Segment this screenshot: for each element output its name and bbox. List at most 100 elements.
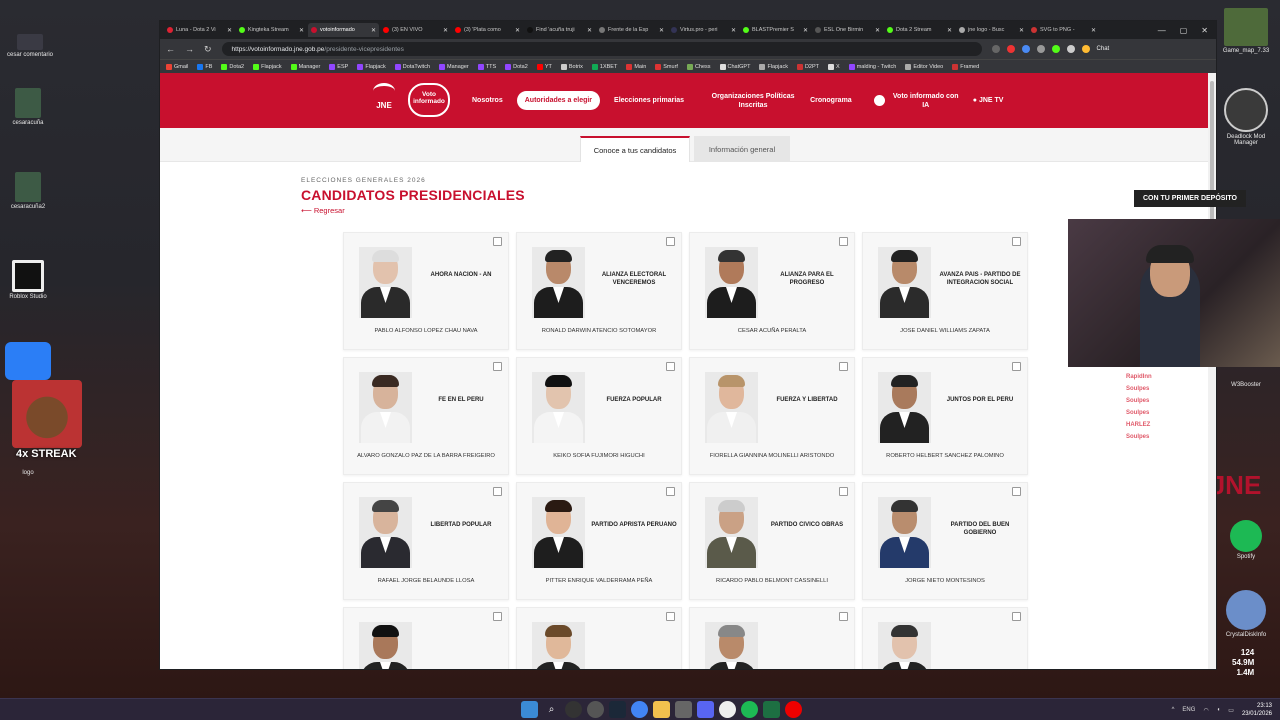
candidate-card[interactable]: FE EN EL PERU ALVARO GONZALO PAZ DE LA BA… — [343, 357, 509, 475]
close-tab-icon[interactable]: ✕ — [803, 27, 808, 34]
profile-icon[interactable] — [1081, 45, 1090, 53]
candidate-card[interactable] — [516, 607, 682, 669]
close-tab-icon[interactable]: ✕ — [227, 27, 232, 34]
chat-label[interactable]: Chat — [1097, 46, 1110, 52]
tab-conoce-candidatos[interactable]: Conoce a tus candidatos — [580, 136, 690, 162]
bookmark-item[interactable]: Chess — [686, 63, 711, 70]
bookmark-item[interactable]: Editor Video — [905, 63, 943, 70]
nav-autoridades[interactable]: Autoridades a elegir — [516, 91, 601, 110]
site-logo[interactable]: JNE Voto informado — [368, 83, 450, 117]
compare-checkbox[interactable] — [1012, 487, 1021, 496]
nav-jne-tv[interactable]: JNE TV — [979, 96, 1004, 105]
desktop-icon[interactable]: cesaracuña — [0, 88, 56, 126]
reload-icon[interactable]: ↻ — [204, 44, 212, 55]
excel-icon[interactable] — [763, 701, 780, 718]
desktop-icon[interactable]: logo — [0, 462, 56, 476]
close-tab-icon[interactable]: ✕ — [731, 27, 736, 34]
forward-icon[interactable]: → — [185, 44, 194, 54]
close-tab-icon[interactable]: ✕ — [875, 27, 880, 34]
browser-tab[interactable]: Find 'acuña truji ✕ — [524, 23, 595, 37]
candidate-card[interactable]: ALIANZA PARA EL PROGRESO CESAR ACUÑA PERA… — [689, 232, 855, 350]
wifi-icon[interactable]: ◠ — [1203, 707, 1208, 714]
close-tab-icon[interactable]: ✕ — [515, 27, 520, 34]
page-scrollbar[interactable] — [1208, 73, 1216, 669]
compare-checkbox[interactable] — [493, 612, 502, 621]
compare-checkbox[interactable] — [839, 612, 848, 621]
bookmark-item[interactable]: Gmail — [166, 63, 188, 70]
close-tab-icon[interactable]: ✕ — [371, 27, 376, 34]
spotify-icon[interactable] — [741, 701, 758, 718]
candidate-card[interactable] — [689, 607, 855, 669]
compare-checkbox[interactable] — [1012, 612, 1021, 621]
bookmark-item[interactable]: Flapjack — [357, 63, 386, 70]
browser-tab[interactable]: SVG to PNG - ✕ — [1028, 23, 1099, 37]
compare-checkbox[interactable] — [839, 487, 848, 496]
browser-tab[interactable]: Dota 2 Stream ✕ — [884, 23, 955, 37]
search-icon[interactable]: ⌕ — [543, 701, 560, 718]
candidate-card[interactable]: LIBERTAD POPULAR RAFAEL JORGE BELAUNDE LL… — [343, 482, 509, 600]
chrome-icon[interactable] — [631, 701, 648, 718]
extension-icon[interactable] — [1006, 45, 1015, 53]
desktop-icon[interactable]: Deadlock Mod Manager — [1218, 88, 1274, 146]
bookmark-item[interactable]: Dota2 — [505, 63, 528, 70]
app-icon[interactable] — [675, 701, 692, 718]
bookmark-item[interactable]: malding - Twitch — [848, 63, 896, 70]
extension-icon[interactable] — [1051, 45, 1060, 53]
bookmark-item[interactable]: Manager — [439, 63, 469, 70]
maximize-icon[interactable]: ▢ — [1180, 26, 1188, 35]
back-link[interactable]: ⟵ Regresar — [301, 206, 345, 215]
bookmark-item[interactable]: DotaTwitch — [394, 63, 430, 70]
compare-checkbox[interactable] — [666, 612, 675, 621]
extension-icon[interactable] — [1036, 45, 1045, 53]
discord-icon[interactable] — [697, 701, 714, 718]
bookmark-item[interactable]: Flapjack — [253, 63, 282, 70]
bookmark-item[interactable]: D2PT — [796, 63, 819, 70]
app-icon[interactable] — [565, 701, 582, 718]
nav-cronograma[interactable]: Cronograma — [810, 96, 852, 105]
close-tab-icon[interactable]: ✕ — [587, 27, 592, 34]
bookmark-item[interactable]: Manager — [290, 63, 320, 70]
bookmark-item[interactable]: FB — [197, 63, 212, 70]
tab-informacion-general[interactable]: Información general — [694, 136, 790, 162]
minimize-icon[interactable]: — — [1158, 26, 1166, 35]
candidate-card[interactable] — [862, 607, 1028, 669]
folder-icon[interactable] — [653, 701, 670, 718]
browser-tab[interactable]: Kingteka Stream ✕ — [236, 23, 307, 37]
nav-elecciones-primarias[interactable]: Elecciones primarias — [614, 96, 684, 105]
close-tab-icon[interactable]: ✕ — [299, 27, 304, 34]
candidate-card[interactable]: JUNTOS POR EL PERU ROBERTO HELBERT SANCHE… — [862, 357, 1028, 475]
compare-checkbox[interactable] — [666, 362, 675, 371]
back-icon[interactable]: ← — [166, 44, 175, 54]
close-tab-icon[interactable]: ✕ — [947, 27, 952, 34]
start-icon[interactable] — [521, 701, 538, 718]
close-tab-icon[interactable]: ✕ — [1019, 27, 1024, 34]
nav-nosotros[interactable]: Nosotros — [472, 96, 503, 105]
candidate-card[interactable]: ALIANZA ELECTORAL VENCEREMOS RONALD DARWI… — [516, 232, 682, 350]
close-tab-icon[interactable]: ✕ — [443, 27, 448, 34]
volume-icon[interactable]: ◖ — [1217, 707, 1221, 713]
candidate-card[interactable]: FUERZA POPULAR KEIKO SOFIA FUJIMORI HIGUC… — [516, 357, 682, 475]
bookmark-item[interactable]: Dota2 — [221, 63, 244, 70]
browser-tab[interactable]: (3) 'Plata como ✕ — [452, 23, 523, 37]
app-icon[interactable] — [719, 701, 736, 718]
extension-icon[interactable] — [1021, 45, 1030, 53]
candidate-card[interactable]: PARTIDO APRISTA PERUANO PITTER ENRIQUE VA… — [516, 482, 682, 600]
youtube-icon[interactable] — [785, 701, 802, 718]
app-icon[interactable] — [587, 701, 604, 718]
steam-icon[interactable] — [609, 701, 626, 718]
candidate-card[interactable]: FUERZA Y LIBERTAD FIORELLA GIANNINA MOLIN… — [689, 357, 855, 475]
extension-icon[interactable] — [1066, 45, 1075, 53]
bookmark-item[interactable]: Smurf — [655, 63, 678, 70]
browser-tab[interactable]: (3) EN VIVO ✕ — [380, 23, 451, 37]
candidate-card[interactable]: AHORA NACION - AN PABLO ALFONSO LOPEZ CHA… — [343, 232, 509, 350]
candidate-card[interactable]: PARTIDO CIVICO OBRAS RICARDO PABLO BELMON… — [689, 482, 855, 600]
compare-checkbox[interactable] — [493, 362, 502, 371]
chevron-up-icon[interactable]: ^ — [1172, 707, 1175, 713]
bookmark-item[interactable]: YT — [536, 63, 552, 70]
bookmark-item[interactable]: TTS — [477, 63, 496, 70]
star-icon[interactable] — [991, 45, 1000, 53]
bookmark-item[interactable]: Flapjack — [759, 63, 788, 70]
language-indicator[interactable]: ENG — [1182, 707, 1195, 713]
clock[interactable]: 23:13 23/01/2026 — [1242, 702, 1272, 718]
bookmark-item[interactable]: X — [828, 63, 840, 70]
